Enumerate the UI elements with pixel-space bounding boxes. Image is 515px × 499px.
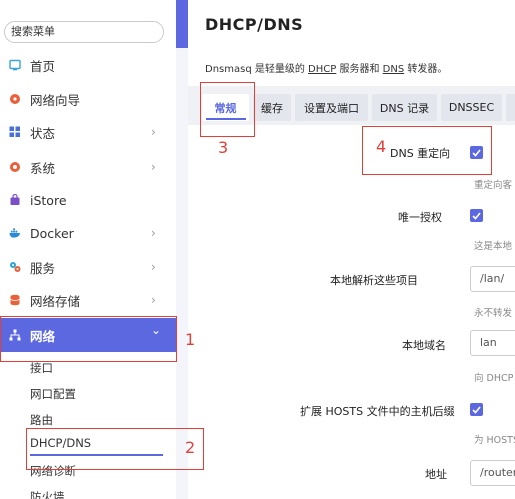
subitem-routes[interactable]: 路由 xyxy=(30,412,53,428)
store-icon xyxy=(9,194,21,206)
address-input[interactable]: /router.l xyxy=(470,460,515,486)
subitem-interfaces[interactable]: 接口 xyxy=(30,360,53,376)
address-label: 地址 xyxy=(425,468,447,481)
storage-icon xyxy=(9,294,21,306)
sidebar-item-status[interactable]: 状态 › xyxy=(0,117,176,147)
sidebar-item-home[interactable]: 首页 xyxy=(0,50,176,80)
services-icon xyxy=(9,261,21,273)
chevron-right-icon: › xyxy=(151,226,156,240)
tab-settings-ports[interactable]: 设置及端口 xyxy=(295,94,368,121)
expand-hosts-label: 扩展 HOSTS 文件中的主机后缀 xyxy=(300,405,455,418)
chevron-right-icon: › xyxy=(151,125,156,139)
subitem-port-config[interactable]: 网口配置 xyxy=(30,386,76,402)
tab-overflow xyxy=(506,94,515,121)
chevron-right-icon: › xyxy=(151,160,156,174)
expand-hosts-checkbox[interactable] xyxy=(470,403,483,416)
annotation-box-1 xyxy=(0,316,177,362)
search-input[interactable]: 搜索菜单 xyxy=(4,21,164,43)
local-domain-input[interactable]: lan xyxy=(470,330,515,356)
local-service-input[interactable]: /lan/ xyxy=(470,266,515,292)
annotation-number-2: 2 xyxy=(185,438,196,457)
annotation-box-3 xyxy=(200,82,255,137)
sidebar-item-label: Docker xyxy=(30,225,74,241)
chevron-right-icon: › xyxy=(151,293,156,307)
expand-hosts-hint: 为 HOSTS xyxy=(474,435,515,446)
sidebar-item-label: 网络存储 xyxy=(30,293,81,309)
grid-icon xyxy=(9,126,21,138)
sidebar-item-istore[interactable]: iStore xyxy=(0,185,176,215)
local-domain-hint: 向 DHCP xyxy=(474,373,514,384)
tab-dnssec[interactable]: DNSSEC xyxy=(441,94,502,121)
annotation-box-2 xyxy=(26,428,204,470)
dns-redirect-hint: 重定向客 xyxy=(474,180,513,191)
sidebar-item-label: 首页 xyxy=(30,58,56,74)
dhcp-link[interactable]: DHCP xyxy=(308,64,336,75)
chevron-right-icon: › xyxy=(151,260,156,274)
local-service-label: 本地解析这些项目 xyxy=(330,274,418,287)
annotation-number-3: 3 xyxy=(218,138,229,157)
annotation-number-1: 1 xyxy=(185,330,196,349)
sidebar-item-docker[interactable]: Docker › xyxy=(0,218,176,248)
authoritative-label: 唯一授权 xyxy=(398,211,442,224)
sidebar-item-services[interactable]: 服务 › xyxy=(0,252,176,282)
tab-cache[interactable]: 缓存 xyxy=(253,94,291,121)
subitem-firewall[interactable]: 防火墙 xyxy=(30,489,65,499)
compass-icon xyxy=(9,93,21,105)
gear-icon xyxy=(9,161,21,173)
local-service-hint: 永不转发 xyxy=(474,308,513,319)
sidebar-item-label: 服务 xyxy=(30,260,56,276)
dns-link[interactable]: DNS xyxy=(383,64,405,75)
annotation-number-4: 4 xyxy=(376,137,387,156)
tab-dns-records[interactable]: DNS 记录 xyxy=(372,94,437,121)
authoritative-hint: 这是本地 xyxy=(474,241,513,252)
sidebar: 搜索菜单 首页 网络向导 状态 › 系统 › iStore Docker › 服… xyxy=(0,0,176,499)
page-title: DHCP/DNS xyxy=(205,15,304,34)
authoritative-checkbox[interactable] xyxy=(470,209,483,222)
sidebar-item-label: 系统 xyxy=(30,160,56,176)
sidebar-item-system[interactable]: 系统 › xyxy=(0,152,176,182)
page-description: Dnsmasq 是轻量级的 DHCP 服务器和 DNS 转发器。 xyxy=(205,64,448,75)
sidebar-item-label: iStore xyxy=(30,192,67,208)
sidebar-item-label: 状态 xyxy=(30,125,56,141)
docker-icon xyxy=(9,227,21,239)
monitor-icon xyxy=(9,59,21,71)
local-domain-label: 本地域名 xyxy=(402,339,446,352)
sidebar-item-label: 网络向导 xyxy=(30,92,81,108)
sidebar-item-wizard[interactable]: 网络向导 xyxy=(0,84,176,114)
sidebar-item-nas[interactable]: 网络存储 › xyxy=(0,285,176,315)
